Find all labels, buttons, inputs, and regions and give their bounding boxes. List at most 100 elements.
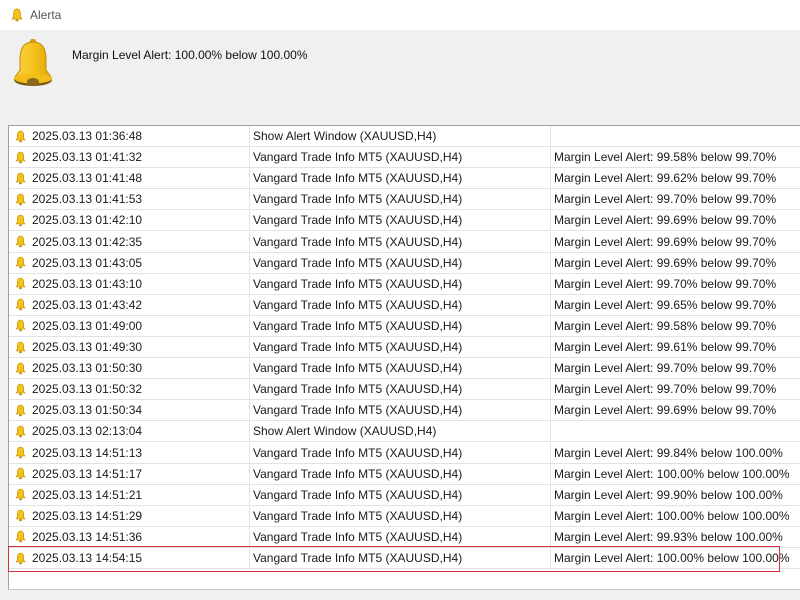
row-time-cell: 2025.03.13 01:49:30 bbox=[9, 337, 250, 358]
row-source: Vangard Trade Info MT5 (XAUUSD,H4) bbox=[250, 294, 551, 316]
alert-message: Margin Level Alert: 100.00% below 100.00… bbox=[72, 48, 308, 62]
bell-icon bbox=[15, 298, 26, 311]
table-row[interactable]: 2025.03.13 01:49:00 Vangard Trade Info MT… bbox=[9, 315, 800, 337]
table-row[interactable]: 2025.03.13 01:43:42 Vangard Trade Info MT… bbox=[9, 294, 800, 316]
row-message: Margin Level Alert: 99.65% below 99.70% bbox=[551, 295, 800, 316]
row-message: Margin Level Alert: 100.00% below 100.00… bbox=[551, 548, 800, 569]
table-row[interactable]: 2025.03.13 14:51:21 Vangard Trade Info MT… bbox=[9, 484, 800, 506]
row-message: Margin Level Alert: 99.69% below 99.70% bbox=[551, 232, 800, 253]
bell-icon bbox=[15, 193, 26, 206]
row-source: Vangard Trade Info MT5 (XAUUSD,H4) bbox=[250, 400, 551, 422]
table-row[interactable]: 2025.03.13 01:49:30 Vangard Trade Info MT… bbox=[9, 337, 800, 358]
table-row[interactable]: 2025.03.13 01:36:48 Show Alert Window (XA… bbox=[9, 126, 800, 147]
table-row[interactable]: 2025.03.13 14:51:29 Vangard Trade Info MT… bbox=[9, 505, 800, 527]
bell-icon bbox=[15, 552, 26, 564]
row-time-cell: 2025.03.13 01:36:48 bbox=[9, 126, 250, 147]
bell-icon bbox=[15, 341, 26, 353]
row-time-cell: 2025.03.13 14:51:13 bbox=[9, 442, 250, 464]
row-source: Vangard Trade Info MT5 (XAUUSD,H4) bbox=[250, 358, 551, 380]
row-message: Margin Level Alert: 100.00% below 100.00… bbox=[551, 506, 800, 527]
row-source: Vangard Trade Info MT5 (XAUUSD,H4) bbox=[250, 505, 551, 527]
row-message: Margin Level Alert: 99.93% below 100.00% bbox=[551, 527, 800, 548]
bell-icon bbox=[15, 446, 26, 459]
row-message: Margin Level Alert: 99.61% below 99.70% bbox=[551, 337, 800, 358]
list-bottom-border bbox=[8, 589, 800, 590]
table-row[interactable]: 2025.03.13 01:41:48 Vangard Trade Info MT… bbox=[9, 168, 800, 190]
row-time-cell: 2025.03.13 01:43:42 bbox=[9, 294, 250, 316]
table-row[interactable]: 2025.03.13 01:43:05 Vangard Trade Info MT… bbox=[9, 252, 800, 274]
row-source: Vangard Trade Info MT5 (XAUUSD,H4) bbox=[250, 189, 551, 211]
bell-icon bbox=[15, 488, 26, 501]
table-row[interactable]: 2025.03.13 01:41:32 Vangard Trade Info MT… bbox=[9, 147, 800, 169]
row-source: Show Alert Window (XAUUSD,H4) bbox=[250, 421, 551, 443]
row-time-cell: 2025.03.13 01:43:10 bbox=[9, 273, 250, 295]
table-row[interactable]: 2025.03.13 01:42:35 Vangard Trade Info MT… bbox=[9, 231, 800, 253]
row-message: Margin Level Alert: 99.58% below 99.70% bbox=[551, 147, 800, 169]
row-message: Margin Level Alert: 99.70% below 99.70% bbox=[551, 189, 800, 211]
row-time: 2025.03.13 01:43:42 bbox=[32, 297, 143, 312]
row-time: 2025.03.13 01:50:34 bbox=[32, 403, 143, 418]
row-message: Margin Level Alert: 99.69% below 99.70% bbox=[551, 400, 800, 422]
table-row[interactable]: 2025.03.13 01:50:32 Vangard Trade Info MT… bbox=[9, 379, 800, 401]
row-message: Margin Level Alert: 99.70% below 99.70% bbox=[551, 274, 800, 295]
row-time: 2025.03.13 01:41:48 bbox=[32, 171, 143, 186]
row-time: 2025.03.13 01:41:32 bbox=[32, 150, 143, 165]
row-time-cell: 2025.03.13 01:41:32 bbox=[9, 147, 250, 169]
row-time: 2025.03.13 14:54:15 bbox=[32, 551, 143, 565]
bell-icon bbox=[15, 151, 26, 163]
row-time: 2025.03.13 01:42:35 bbox=[32, 234, 143, 249]
row-time-cell: 2025.03.13 14:51:17 bbox=[9, 463, 250, 485]
row-time: 2025.03.13 01:43:10 bbox=[32, 276, 143, 291]
row-time-cell: 2025.03.13 01:50:30 bbox=[9, 358, 250, 380]
row-source: Vangard Trade Info MT5 (XAUUSD,H4) bbox=[250, 315, 551, 337]
alert-list[interactable]: 2025.03.13 01:36:48 Show Alert Window (XA… bbox=[8, 125, 800, 589]
row-time-cell: 2025.03.13 01:42:35 bbox=[9, 231, 250, 253]
row-message: Margin Level Alert: 99.90% below 100.00% bbox=[551, 485, 800, 506]
table-row[interactable]: 2025.03.13 01:43:10 Vangard Trade Info MT… bbox=[9, 273, 800, 295]
row-time: 2025.03.13 01:50:32 bbox=[32, 382, 143, 397]
table-row[interactable]: 2025.03.13 01:50:34 Vangard Trade Info MT… bbox=[9, 400, 800, 422]
table-row[interactable]: 2025.03.13 14:51:17 Vangard Trade Info MT… bbox=[9, 463, 800, 485]
row-message: Margin Level Alert: 100.00% below 100.00… bbox=[551, 464, 800, 485]
row-time: 2025.03.13 01:43:05 bbox=[32, 255, 143, 270]
row-time: 2025.03.13 01:42:10 bbox=[32, 213, 143, 228]
table-row[interactable]: 2025.03.13 14:51:36 Vangard Trade Info MT… bbox=[9, 526, 800, 548]
bell-icon bbox=[15, 467, 26, 480]
table-row[interactable]: 2025.03.13 01:42:10 Vangard Trade Info MT… bbox=[9, 210, 800, 232]
bell-icon bbox=[15, 320, 26, 332]
row-time-cell: 2025.03.13 02:13:04 bbox=[9, 421, 250, 443]
table-row[interactable]: 2025.03.13 14:54:15 Vangard Trade Info MT… bbox=[9, 548, 800, 569]
row-source: Vangard Trade Info MT5 (XAUUSD,H4) bbox=[250, 273, 551, 295]
row-source: Vangard Trade Info MT5 (XAUUSD,H4) bbox=[250, 379, 551, 401]
title-bar: Alerta bbox=[0, 0, 800, 30]
row-time: 2025.03.13 01:36:48 bbox=[32, 129, 143, 143]
row-message: Margin Level Alert: 99.62% below 99.70% bbox=[551, 168, 800, 190]
table-row[interactable]: 2025.03.13 01:41:53 Vangard Trade Info MT… bbox=[9, 189, 800, 211]
row-time-cell: 2025.03.13 14:51:29 bbox=[9, 505, 250, 527]
row-message: Margin Level Alert: 99.84% below 100.00% bbox=[551, 443, 800, 464]
row-source: Vangard Trade Info MT5 (XAUUSD,H4) bbox=[250, 337, 551, 358]
row-time: 2025.03.13 14:51:36 bbox=[32, 529, 143, 544]
table-row[interactable]: 2025.03.13 02:13:04 Show Alert Window (XA… bbox=[9, 421, 800, 443]
row-time-cell: 2025.03.13 01:49:00 bbox=[9, 315, 250, 337]
bell-icon bbox=[15, 383, 26, 395]
row-source: Vangard Trade Info MT5 (XAUUSD,H4) bbox=[250, 168, 551, 190]
window-title: Alerta bbox=[30, 8, 62, 22]
row-source: Vangard Trade Info MT5 (XAUUSD,H4) bbox=[250, 252, 551, 274]
row-time-cell: 2025.03.13 01:50:34 bbox=[9, 400, 250, 422]
row-time: 2025.03.13 01:41:53 bbox=[32, 192, 143, 207]
row-time: 2025.03.13 01:49:00 bbox=[32, 318, 143, 333]
bell-icon bbox=[15, 235, 26, 248]
table-row[interactable]: 2025.03.13 14:51:13 Vangard Trade Info MT… bbox=[9, 442, 800, 464]
row-time-cell: 2025.03.13 14:51:36 bbox=[9, 526, 250, 548]
row-message: Margin Level Alert: 99.58% below 99.70% bbox=[551, 316, 800, 337]
bell-icon bbox=[15, 256, 26, 269]
row-time-cell: 2025.03.13 01:41:48 bbox=[9, 168, 250, 190]
row-source: Vangard Trade Info MT5 (XAUUSD,H4) bbox=[250, 484, 551, 506]
alert-header: Margin Level Alert: 100.00% below 100.00… bbox=[0, 30, 800, 124]
row-message bbox=[551, 126, 800, 147]
row-time: 2025.03.13 01:50:30 bbox=[32, 361, 143, 376]
row-time-cell: 2025.03.13 14:54:15 bbox=[9, 548, 250, 569]
table-row[interactable]: 2025.03.13 01:50:30 Vangard Trade Info MT… bbox=[9, 358, 800, 380]
row-source: Vangard Trade Info MT5 (XAUUSD,H4) bbox=[250, 548, 551, 569]
